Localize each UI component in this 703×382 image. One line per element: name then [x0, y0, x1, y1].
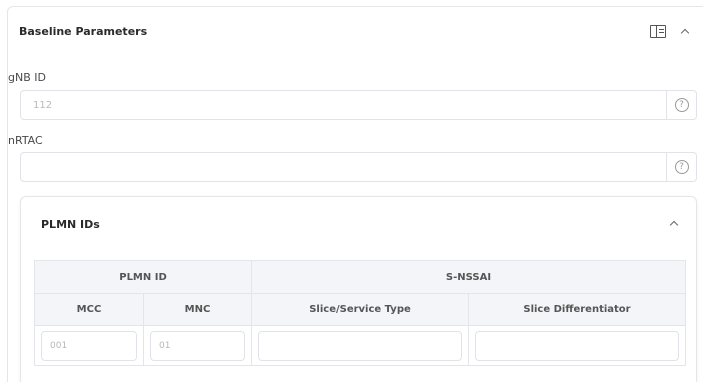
plmn-ids-card: PLMN IDs PLMN ID S-NSSAI MCC MNC Slice/S… — [20, 196, 697, 382]
panel-toggle-icon[interactable] — [650, 25, 666, 38]
table-column-header-row: MCC MNC Slice/Service Type Slice Differe… — [35, 293, 685, 325]
plmn-ids-title: PLMN IDs — [41, 218, 100, 231]
gnb-id-input[interactable] — [21, 91, 666, 119]
nrtac-label: nRTAC — [8, 134, 43, 147]
sst-input[interactable] — [258, 330, 462, 361]
mcc-cell — [35, 326, 143, 365]
mnc-cell — [143, 326, 251, 365]
sd-input[interactable] — [475, 330, 679, 361]
table-group-header-row: PLMN ID S-NSSAI — [35, 261, 685, 293]
sst-cell — [251, 326, 468, 365]
sst-column-header: Slice/Service Type — [251, 294, 468, 325]
nrtac-input[interactable] — [21, 153, 666, 181]
gnb-id-field: ? — [20, 90, 697, 120]
nrtac-help-addon[interactable]: ? — [666, 153, 696, 181]
s-nssai-group-header: S-NSSAI — [251, 261, 685, 293]
sd-column-header: Slice Differentiator — [468, 294, 685, 325]
plmn-table: PLMN ID S-NSSAI MCC MNC Slice/Service Ty… — [34, 260, 686, 366]
section-title: Baseline Parameters — [19, 25, 148, 38]
mnc-column-header: MNC — [143, 294, 251, 325]
gnb-id-help-addon[interactable]: ? — [666, 91, 696, 119]
chevron-up-icon[interactable] — [669, 220, 679, 230]
mcc-column-header: MCC — [76, 304, 102, 315]
mcc-input[interactable] — [41, 330, 137, 361]
nrtac-field: ? — [20, 152, 697, 182]
sd-cell — [468, 326, 685, 365]
mnc-input[interactable] — [150, 330, 245, 361]
help-circle-icon[interactable]: ? — [674, 160, 689, 174]
plmn-id-group-header: PLMN ID — [119, 271, 167, 283]
help-circle-icon[interactable]: ? — [674, 98, 689, 112]
table-row — [35, 325, 685, 365]
gnb-id-label: gNB ID — [8, 71, 46, 84]
